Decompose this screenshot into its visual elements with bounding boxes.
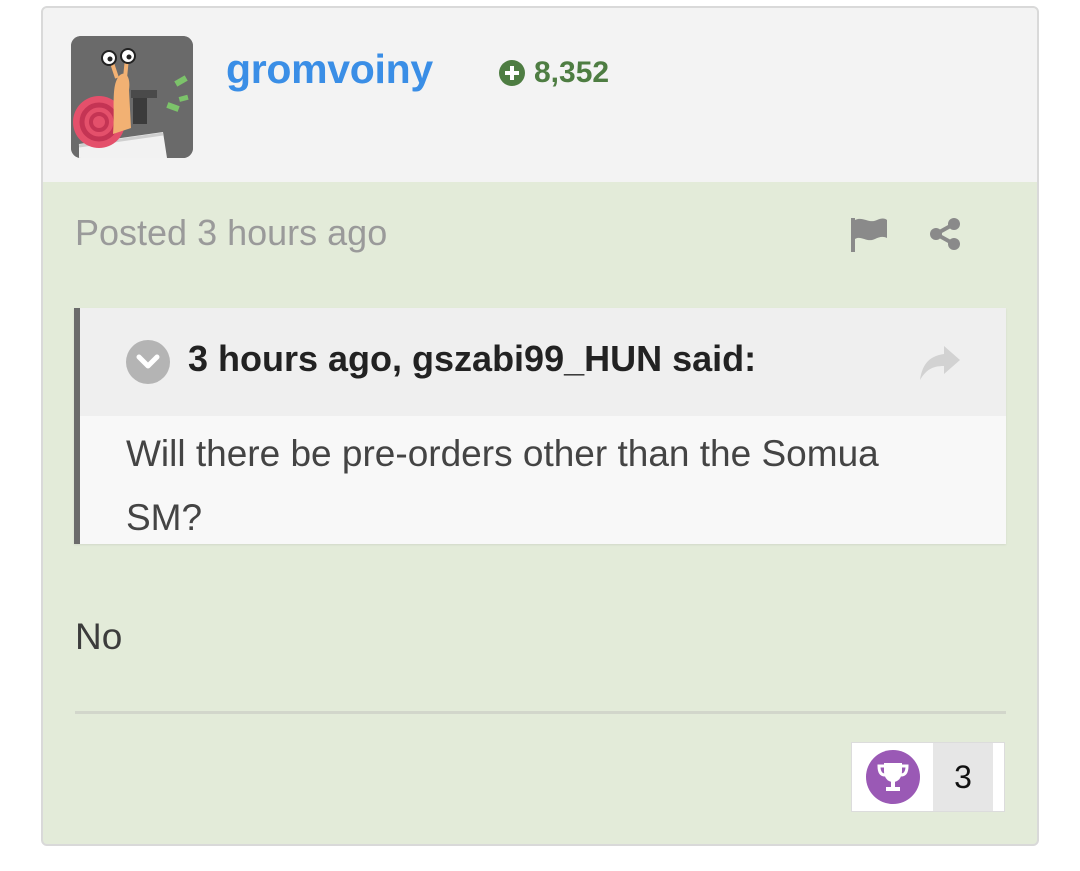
user-avatar[interactable] <box>71 36 193 158</box>
quote-citation: 3 hours ago, gszabi99_HUN said: <box>188 338 757 379</box>
post-divider <box>75 711 1006 714</box>
post-timestamp[interactable]: Posted 3 hours ago <box>75 212 387 254</box>
author-reputation: 8,352 <box>498 56 609 90</box>
share-arrow-icon <box>920 346 960 380</box>
trophy-icon <box>876 763 909 791</box>
reaction-type <box>852 743 933 811</box>
post-content: No <box>75 616 123 657</box>
quote-header: 3 hours ago, gszabi99_HUN said: <box>80 308 1006 416</box>
plus-circle-icon <box>499 60 525 86</box>
forum-post: gromvoiny 8,352 Posted 3 hours ago 3 hou… <box>41 6 1039 846</box>
quote-block: 3 hours ago, gszabi99_HUN said: Will the… <box>74 308 1006 544</box>
post-author-header: gromvoiny 8,352 <box>43 8 1037 182</box>
trophy-badge <box>865 750 920 804</box>
reaction-button[interactable]: 3 <box>851 742 1005 812</box>
snail-avatar-icon <box>71 36 193 158</box>
quote-text: Will there be pre-orders other than the … <box>126 433 879 538</box>
chevron-down-icon <box>136 354 160 369</box>
go-to-quoted-post-button[interactable] <box>918 342 962 382</box>
share-post-button[interactable] <box>927 216 963 252</box>
reputation-value: 8,352 <box>534 56 610 89</box>
flag-icon <box>851 218 887 252</box>
quote-toggle-button[interactable] <box>126 340 170 384</box>
reaction-count: 3 <box>933 743 993 811</box>
author-username[interactable]: gromvoiny <box>226 46 433 93</box>
report-post-button[interactable] <box>849 216 889 252</box>
share-icon <box>930 218 960 250</box>
